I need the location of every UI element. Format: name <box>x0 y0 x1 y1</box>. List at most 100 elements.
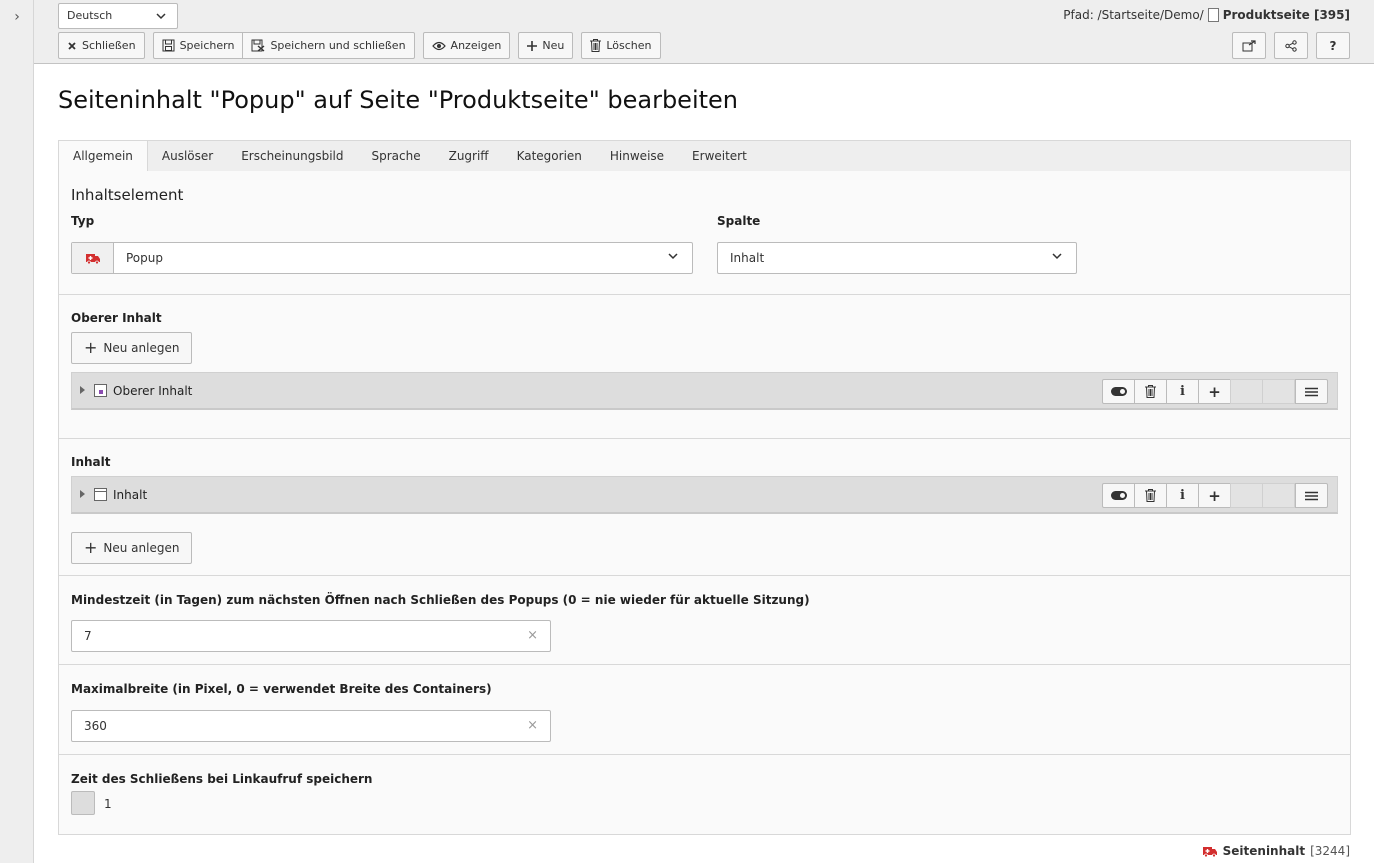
language-select[interactable]: Deutsch <box>58 3 178 29</box>
hide-toggle-button[interactable] <box>1102 379 1135 404</box>
close-button[interactable]: Schließen <box>58 32 145 59</box>
content-section: Inhalt Inhalt i + + Neu anlegen <box>59 439 1350 576</box>
tab-ausloeser[interactable]: Auslöser <box>148 141 227 172</box>
tab-kategorien[interactable]: Kategorien <box>503 141 596 172</box>
main-content: Seiteninhalt "Popup" auf Seite "Produkts… <box>34 64 1374 863</box>
toolbar: Schließen Speichern Speichern und schlie… <box>58 32 669 59</box>
container-icon <box>94 384 107 397</box>
save-close-time-label: Zeit des Schließens bei Linkaufruf speic… <box>71 772 373 786</box>
chevron-down-icon <box>156 13 166 20</box>
record-info-footer: Seiteninhalt [3244] <box>1202 844 1350 858</box>
form-panel: Inhaltselement Typ Spalte Popup Inhalt O… <box>58 171 1351 835</box>
add-after-button[interactable]: + <box>1198 379 1231 404</box>
new-button[interactable]: Neu <box>518 32 574 59</box>
record-controls: i + <box>1102 379 1328 404</box>
expand-caret-icon[interactable] <box>80 490 85 498</box>
content-element-section: Inhaltselement Typ Spalte Popup Inhalt <box>59 171 1350 295</box>
close-icon <box>68 41 76 50</box>
save-button[interactable]: Speichern <box>152 32 244 59</box>
share-button[interactable] <box>1274 32 1308 59</box>
toggle-icon <box>1110 387 1127 396</box>
expand-sidebar-icon[interactable]: › <box>8 8 26 26</box>
ambulance-icon <box>85 254 100 264</box>
help-icon: ? <box>1329 38 1337 53</box>
delete-record-button[interactable] <box>1134 483 1167 508</box>
delete-record-button[interactable] <box>1134 379 1167 404</box>
page-icon <box>1207 8 1219 22</box>
checkbox-label: 1 <box>104 797 112 811</box>
view-button[interactable]: Anzeigen <box>422 32 511 59</box>
trash-icon <box>1145 489 1156 502</box>
tab-allgemein[interactable]: Allgemein <box>59 141 148 172</box>
hide-toggle-button[interactable] <box>1102 483 1135 508</box>
info-button[interactable]: i <box>1166 379 1199 404</box>
left-rail: › <box>0 0 34 863</box>
right-toolbar: ? <box>1232 32 1350 59</box>
tab-sprache[interactable]: Sprache <box>357 141 434 172</box>
doc-header: Deutsch Pfad: /Startseite/Demo/Produktse… <box>34 0 1374 64</box>
column-select[interactable]: Inhalt <box>717 242 1077 274</box>
empty-control <box>1262 379 1295 404</box>
breadcrumb: Pfad: /Startseite/Demo/Produktseite [395… <box>1063 8 1350 22</box>
tab-erweitert[interactable]: Erweitert <box>678 141 761 172</box>
menu-icon <box>1305 387 1318 396</box>
path-page: Produktseite [395] <box>1222 8 1350 22</box>
expand-caret-icon[interactable] <box>80 386 85 394</box>
tab-hinweise[interactable]: Hinweise <box>596 141 678 172</box>
record-title: Oberer Inhalt <box>113 384 193 398</box>
plus-icon: + <box>84 338 98 357</box>
content-label: Inhalt <box>71 455 111 469</box>
path-label: Pfad: /Startseite/Demo/ <box>1063 8 1204 22</box>
save-button-group: Speichern Speichern und schließen <box>152 32 415 59</box>
type-label: Typ <box>71 214 95 228</box>
upper-content-label: Oberer Inhalt <box>71 311 162 325</box>
max-width-label: Maximalbreite (in Pixel, 0 = verwendet B… <box>71 682 492 696</box>
trash-icon <box>590 39 602 52</box>
page-title: Seiteninhalt "Popup" auf Seite "Produkts… <box>58 86 738 114</box>
toggle-icon <box>1110 491 1127 500</box>
chevron-down-icon <box>1052 253 1062 260</box>
drag-handle[interactable] <box>1295 379 1328 404</box>
record-type: Seiteninhalt <box>1222 844 1306 858</box>
open-in-new-window-button[interactable] <box>1232 32 1266 59</box>
info-button[interactable]: i <box>1166 483 1199 508</box>
chevron-down-icon <box>668 253 678 260</box>
save-close-time-checkbox[interactable] <box>71 791 95 815</box>
tab-bar: Allgemein Auslöser Erscheinungsbild Spra… <box>58 140 1351 172</box>
content-add-button[interactable]: + Neu anlegen <box>71 532 193 564</box>
record-controls: i + <box>1102 483 1328 508</box>
min-time-input[interactable]: 7 × <box>71 620 551 652</box>
trash-icon <box>1145 385 1156 398</box>
min-time-label: Mindestzeit (in Tagen) zum nächsten Öffn… <box>71 593 810 607</box>
upper-content-add-button[interactable]: + Neu anlegen <box>71 332 193 364</box>
share-icon <box>1285 39 1297 52</box>
add-after-button[interactable]: + <box>1198 483 1231 508</box>
section-legend: Inhaltselement <box>71 186 184 204</box>
external-link-icon <box>1242 39 1256 51</box>
info-icon: i <box>1180 384 1185 399</box>
drag-handle[interactable] <box>1295 483 1328 508</box>
clear-icon[interactable]: × <box>527 628 538 643</box>
max-width-input[interactable]: 360 × <box>71 710 551 742</box>
content-record[interactable]: Inhalt i + <box>71 476 1338 514</box>
min-time-value: 7 <box>84 629 92 643</box>
info-icon: i <box>1180 488 1185 503</box>
tab-erscheinungsbild[interactable]: Erscheinungsbild <box>227 141 357 172</box>
menu-icon <box>1305 491 1318 500</box>
empty-control <box>1230 483 1263 508</box>
max-width-section: Maximalbreite (in Pixel, 0 = verwendet B… <box>59 665 1350 755</box>
type-icon-box <box>72 243 114 273</box>
tab-zugriff[interactable]: Zugriff <box>435 141 503 172</box>
delete-button[interactable]: Löschen <box>581 32 661 59</box>
save-close-button[interactable]: Speichern und schließen <box>243 32 415 59</box>
help-button[interactable]: ? <box>1316 32 1350 59</box>
type-select[interactable]: Popup <box>71 242 693 274</box>
plus-icon: + <box>84 538 98 557</box>
min-time-section: Mindestzeit (in Tagen) zum nächsten Öffn… <box>59 576 1350 665</box>
ambulance-icon <box>1202 847 1217 857</box>
column-value: Inhalt <box>730 251 765 265</box>
clear-icon[interactable]: × <box>527 718 538 733</box>
save-close-icon <box>251 39 265 52</box>
content-element-icon <box>94 488 107 501</box>
upper-content-record[interactable]: Oberer Inhalt i + <box>71 372 1338 410</box>
